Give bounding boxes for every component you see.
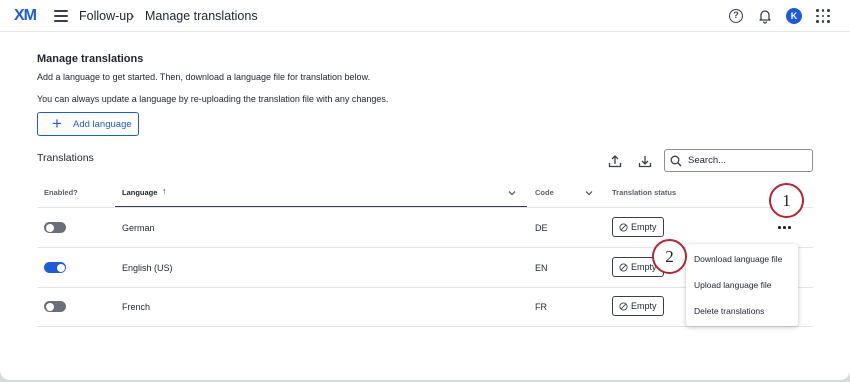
apps-grid-icon[interactable]: [816, 9, 830, 23]
table-header-divider: [37, 207, 813, 208]
add-language-label: Add language: [73, 119, 132, 130]
callout-step-2: 2: [652, 239, 687, 274]
bell-icon[interactable]: [757, 8, 773, 24]
enabled-toggle-french[interactable]: [44, 301, 66, 312]
column-header-code[interactable]: Code: [535, 188, 554, 197]
page-description-2: You can always update a language by re-u…: [37, 94, 389, 104]
breadcrumb-separator: ›: [130, 8, 135, 23]
enabled-toggle-german[interactable]: [44, 222, 66, 233]
search-input[interactable]: [664, 149, 813, 172]
download-icon[interactable]: [638, 154, 652, 168]
translation-status-button[interactable]: Empty: [612, 296, 664, 316]
status-label: Empty: [631, 222, 657, 232]
translations-title: Translations: [37, 152, 94, 164]
breadcrumb-follow-up[interactable]: Follow-up: [79, 9, 133, 23]
menu-item-upload-language-file[interactable]: Upload language file: [694, 280, 772, 290]
code-cell: EN: [535, 263, 548, 273]
help-icon[interactable]: ?: [729, 9, 743, 23]
add-language-button[interactable]: + Add language: [37, 112, 139, 136]
empty-status-icon: [619, 223, 628, 232]
hamburger-menu-icon[interactable]: [54, 10, 68, 22]
avatar[interactable]: K: [786, 8, 802, 24]
callout-step-1: 1: [769, 183, 804, 218]
page: XM Follow-up › Manage translations ? K M…: [0, 0, 850, 380]
more-options-icon[interactable]: [778, 222, 792, 230]
column-header-language[interactable]: Language: [122, 188, 157, 197]
language-cell: French: [122, 302, 151, 312]
upload-icon[interactable]: [608, 154, 622, 168]
status-label: Empty: [631, 301, 657, 311]
empty-status-icon: [619, 302, 628, 311]
search-icon: [670, 155, 682, 167]
empty-status-icon: [619, 263, 628, 272]
row-actions-menu: Download language file Upload language f…: [686, 244, 798, 326]
plus-icon: +: [52, 114, 62, 133]
column-header-translation-status: Translation status: [612, 188, 677, 197]
sorted-column-indicator: [115, 206, 527, 207]
language-cell: English (US): [122, 263, 173, 273]
menu-item-delete-translations[interactable]: Delete translations: [694, 306, 764, 316]
sort-ascending-icon[interactable]: ↑: [162, 186, 167, 196]
top-bar: XM Follow-up › Manage translations ? K: [0, 0, 850, 32]
translation-status-button[interactable]: Empty: [612, 217, 664, 237]
row-divider: [37, 326, 813, 327]
breadcrumb-current-page: Manage translations: [145, 9, 258, 23]
xm-logo[interactable]: XM: [14, 7, 37, 25]
code-cell: DE: [535, 223, 548, 233]
page-title: Manage translations: [37, 53, 144, 65]
enabled-toggle-english[interactable]: [44, 262, 66, 273]
code-cell: FR: [535, 302, 547, 312]
chevron-down-icon[interactable]: [585, 189, 593, 197]
menu-item-download-language-file[interactable]: Download language file: [694, 254, 782, 264]
page-description-1: Add a language to get started. Then, dow…: [37, 72, 371, 82]
language-cell: German: [122, 223, 155, 233]
chevron-down-icon[interactable]: [508, 189, 516, 197]
column-header-enabled: Enabled?: [44, 188, 78, 197]
